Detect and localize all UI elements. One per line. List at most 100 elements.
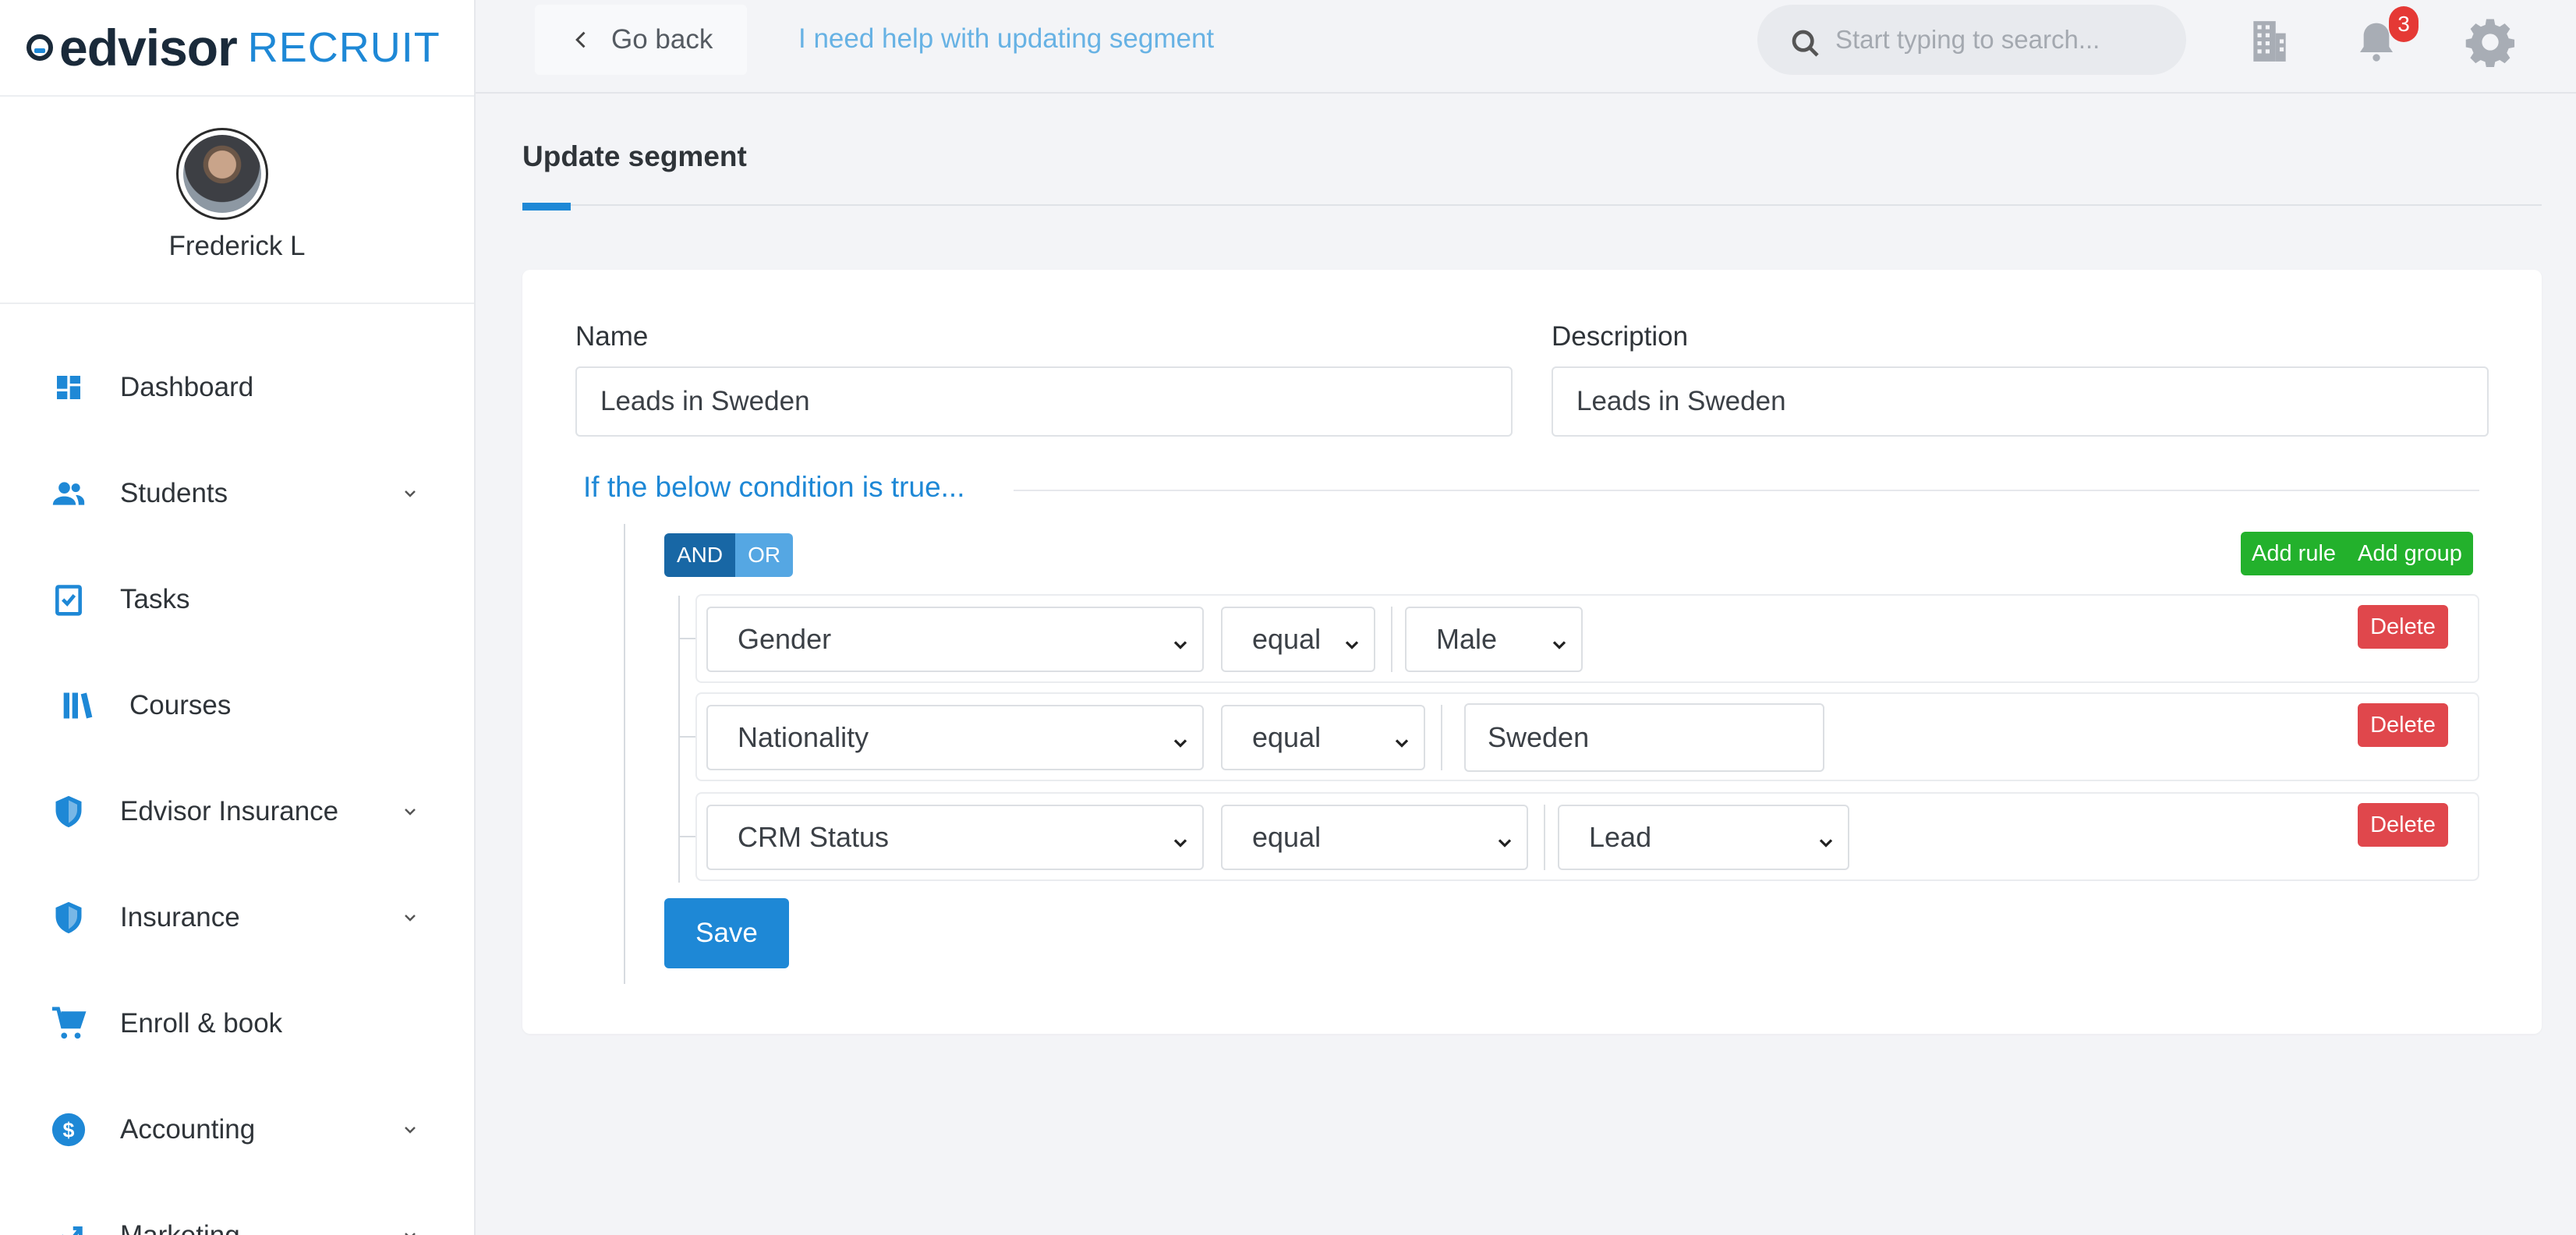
field-select[interactable]: Nationality bbox=[706, 705, 1204, 770]
logo-text: edvisor bbox=[59, 19, 238, 76]
chevron-down-icon bbox=[1341, 630, 1363, 652]
sidebar-divider bbox=[0, 303, 474, 304]
logo-subtext: RECRUIT bbox=[247, 24, 441, 71]
value-select-value: Male bbox=[1436, 623, 1498, 655]
field-select[interactable]: Gender bbox=[706, 607, 1204, 672]
chevron-down-icon bbox=[1548, 630, 1570, 652]
search-bar bbox=[1757, 5, 2186, 75]
title-divider bbox=[522, 204, 2542, 206]
sidebar-item-insurance[interactable]: Insurance bbox=[0, 879, 474, 957]
sidebar-item-label: Marketing bbox=[120, 1220, 240, 1235]
user-name: Frederick L bbox=[168, 231, 306, 261]
chevron-down-icon bbox=[1169, 728, 1191, 750]
operator-select-value: equal bbox=[1252, 721, 1322, 753]
add-group-button[interactable]: Add group bbox=[2347, 532, 2473, 575]
save-button[interactable]: Save bbox=[664, 898, 789, 968]
chart-line-icon bbox=[50, 1217, 87, 1235]
svg-text:$: $ bbox=[63, 1119, 75, 1142]
operator-select-value: equal bbox=[1252, 821, 1322, 853]
delete-rule-button[interactable]: Delete bbox=[2358, 703, 2448, 747]
chevron-down-icon bbox=[1494, 828, 1516, 850]
building-icon[interactable] bbox=[2245, 17, 2294, 65]
sidebar-item-tasks[interactable]: Tasks bbox=[0, 561, 474, 639]
chevron-down-icon bbox=[1391, 728, 1413, 750]
chevron-down-icon bbox=[401, 484, 419, 503]
sidebar-item-label: Tasks bbox=[120, 584, 190, 614]
description-input[interactable] bbox=[1552, 366, 2489, 437]
add-rule-button[interactable]: Add rule bbox=[2241, 532, 2347, 575]
operator-select-value: equal bbox=[1252, 623, 1322, 655]
shield-icon bbox=[50, 899, 87, 936]
value-select-value: Lead bbox=[1589, 821, 1652, 853]
name-input[interactable] bbox=[575, 366, 1513, 437]
gear-icon[interactable] bbox=[2465, 17, 2515, 68]
value-input[interactable] bbox=[1464, 703, 1824, 772]
or-button[interactable]: OR bbox=[735, 533, 794, 577]
chevron-down-icon bbox=[1169, 630, 1191, 652]
rule-separator bbox=[1441, 705, 1442, 770]
sidebar-item-courses[interactable]: Courses bbox=[0, 667, 474, 745]
clipboard-check-icon bbox=[50, 581, 87, 618]
notification-badge: 3 bbox=[2389, 6, 2419, 42]
dollar-circle-icon: $ bbox=[50, 1111, 87, 1148]
chevron-down-icon bbox=[1815, 828, 1837, 850]
tree-line bbox=[624, 524, 625, 984]
sidebar-item-accounting[interactable]: $ Accounting bbox=[0, 1091, 474, 1169]
sidebar-item-students[interactable]: Students bbox=[0, 455, 474, 533]
sidebar-item-label: Dashboard bbox=[120, 372, 254, 402]
delete-rule-button[interactable]: Delete bbox=[2358, 605, 2448, 649]
field-select-value: CRM Status bbox=[738, 821, 890, 853]
users-icon bbox=[50, 475, 87, 512]
chevron-down-icon bbox=[401, 1120, 419, 1139]
condition-divider bbox=[1014, 490, 2479, 491]
sidebar-item-label: Students bbox=[120, 478, 228, 508]
dashboard-icon bbox=[50, 369, 87, 406]
sidebar-item-dashboard[interactable]: Dashboard bbox=[0, 349, 474, 426]
field-select-value: Gender bbox=[738, 623, 832, 655]
chevron-down-icon bbox=[401, 1226, 419, 1235]
logo-mark-icon bbox=[27, 34, 53, 61]
sidebar-divider bbox=[0, 95, 474, 97]
sidebar-item-edvisor-insurance[interactable]: Edvisor Insurance bbox=[0, 773, 474, 851]
help-link[interactable]: I need help with updating segment bbox=[798, 23, 1214, 55]
operator-select[interactable]: equal bbox=[1221, 607, 1375, 672]
delete-rule-button[interactable]: Delete bbox=[2358, 803, 2448, 847]
top-header: Go back I need help with updating segmen… bbox=[476, 0, 2576, 94]
rule-row: Gender equal Male Delete bbox=[695, 594, 2479, 683]
chevron-down-icon bbox=[401, 802, 419, 821]
app-logo[interactable]: edvisor RECRUIT bbox=[27, 20, 441, 75]
search-icon bbox=[1790, 28, 1821, 59]
title-accent-bar bbox=[522, 203, 571, 211]
search-input[interactable] bbox=[1835, 20, 2163, 59]
operator-select[interactable]: equal bbox=[1221, 805, 1528, 870]
field-select[interactable]: CRM Status bbox=[706, 805, 1204, 870]
rule-separator bbox=[1544, 805, 1545, 870]
tree-connector bbox=[678, 638, 695, 639]
sidebar-item-label: Insurance bbox=[120, 902, 240, 932]
value-select[interactable]: Male bbox=[1405, 607, 1583, 672]
sidebar-item-label: Courses bbox=[129, 690, 232, 720]
sidebar-item-marketing[interactable]: Marketing bbox=[0, 1197, 474, 1235]
value-select[interactable]: Lead bbox=[1558, 805, 1849, 870]
rule-separator bbox=[1391, 607, 1392, 672]
and-or-toggle: AND OR bbox=[664, 533, 794, 577]
avatar-photo bbox=[183, 135, 261, 213]
condition-title: If the below condition is true... bbox=[583, 471, 965, 503]
name-label: Name bbox=[575, 321, 649, 352]
sidebar-item-label: Edvisor Insurance bbox=[120, 796, 339, 826]
description-label: Description bbox=[1552, 321, 1689, 352]
operator-select[interactable]: equal bbox=[1221, 705, 1425, 770]
go-back-label: Go back bbox=[611, 24, 713, 55]
sidebar-item-enroll-book[interactable]: Enroll & book bbox=[0, 985, 474, 1063]
field-select-value: Nationality bbox=[738, 721, 869, 753]
page-title: Update segment bbox=[522, 140, 747, 172]
sidebar: edvisor RECRUIT Frederick L Dashboard St… bbox=[0, 0, 476, 1235]
avatar[interactable] bbox=[176, 128, 268, 220]
rule-row: Nationality equal Delete bbox=[695, 692, 2479, 781]
tree-connector bbox=[678, 736, 695, 738]
rule-row: CRM Status equal Lead Delete bbox=[695, 792, 2479, 881]
go-back-button[interactable]: Go back bbox=[535, 5, 747, 75]
sidebar-item-label: Enroll & book bbox=[120, 1008, 283, 1039]
sidebar-item-label: Accounting bbox=[120, 1114, 256, 1145]
and-button[interactable]: AND bbox=[664, 533, 736, 577]
